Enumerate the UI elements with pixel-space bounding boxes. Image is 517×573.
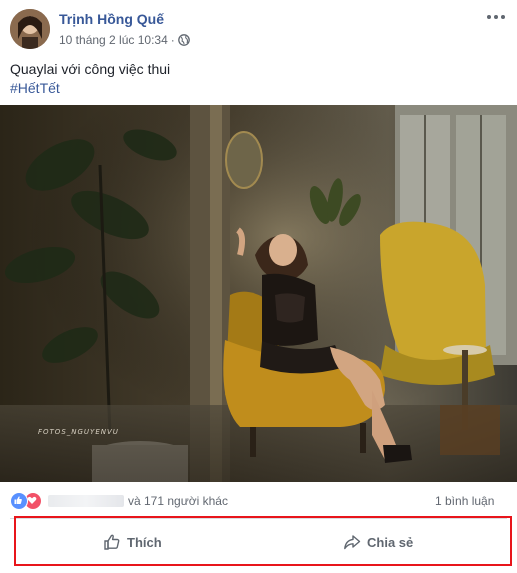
redacted-names xyxy=(48,495,124,507)
post-timestamp[interactable]: 10 tháng 2 lúc 10:34 xyxy=(59,33,168,47)
author-name[interactable]: Trịnh Hồng Quế xyxy=(59,11,164,27)
author-avatar[interactable] xyxy=(10,9,50,49)
more-options-icon[interactable] xyxy=(486,11,506,23)
like-button-label: Thích xyxy=(127,534,162,550)
thumbs-up-icon xyxy=(104,534,120,550)
post-message: Quaylai với công việc thui xyxy=(10,61,171,77)
share-arrow-icon xyxy=(344,535,361,550)
meta-separator: · xyxy=(170,33,175,47)
share-button[interactable]: Chia sẻ xyxy=(343,530,413,554)
post-meta: 10 tháng 2 lúc 10:34 · xyxy=(59,33,190,47)
reactions-summary[interactable]: và 171 người khác xyxy=(10,490,228,512)
hashtag-link[interactable]: #HếtTết xyxy=(10,79,170,98)
globe-icon[interactable] xyxy=(177,34,190,46)
comments-count[interactable]: 1 bình luận xyxy=(435,494,494,508)
share-button-label: Chia sẻ xyxy=(367,534,414,550)
like-button[interactable]: Thích xyxy=(103,530,162,554)
post-photo[interactable] xyxy=(0,105,517,482)
action-bar-highlight xyxy=(14,516,512,566)
photo-watermark: FOTOS_NGUYENVU xyxy=(38,428,119,436)
like-icon xyxy=(10,492,28,510)
reactions-others-text[interactable]: và 171 người khác xyxy=(128,494,228,508)
post-card: Trịnh Hồng Quế 10 tháng 2 lúc 10:34 · Qu… xyxy=(0,0,517,573)
post-text: Quaylai với công việc thui #HếtTết xyxy=(10,60,170,98)
